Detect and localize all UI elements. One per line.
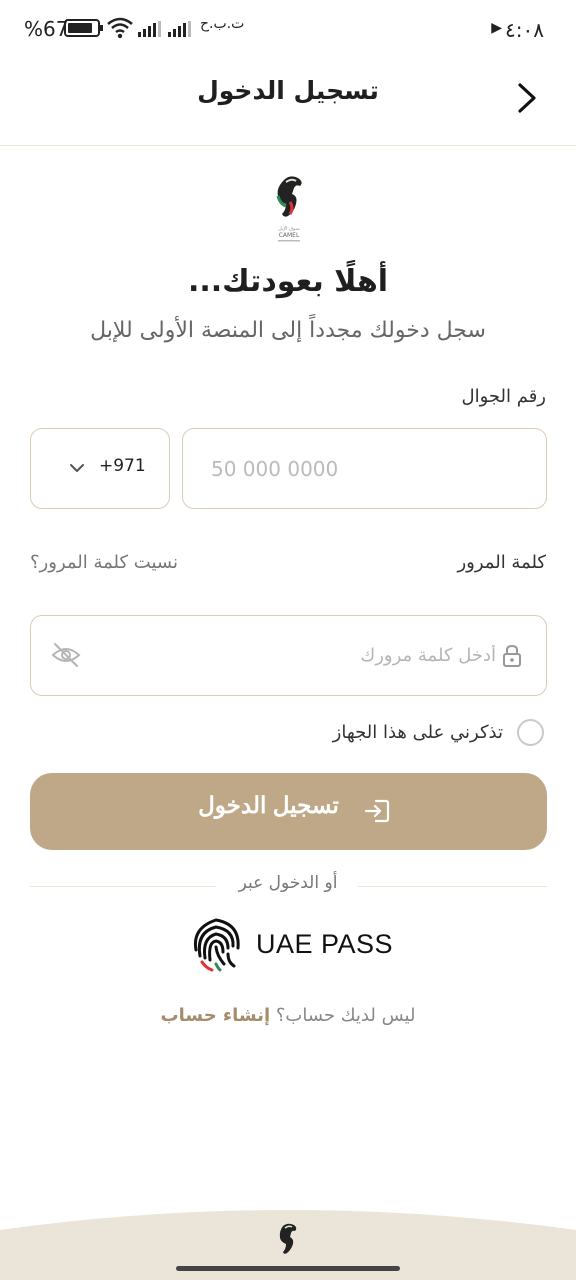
uae-pass-label: UAE PASS [256,929,394,959]
chevron-right-icon[interactable] [512,80,542,116]
app-header: تسجيل الدخول [0,58,576,146]
signal-icon [168,21,191,37]
welcome-subtitle: سجل دخولك مجدداً إلى المنصة الأولى للإبل [90,318,486,343]
country-code-value: +971 [99,456,146,476]
page-title: تسجيل الدخول [197,76,379,105]
wifi-icon [107,17,133,39]
carrier-label: ت.ب.ح [200,16,245,32]
password-field[interactable] [30,615,547,696]
password-label: كلمة المرور [457,552,546,573]
fingerprint-icon [193,918,240,972]
password-input[interactable] [101,616,496,694]
battery-percent: %67 [24,17,69,41]
chevron-down-icon [70,464,84,472]
phone-label: رقم الجوال [461,386,546,407]
login-button-label: تسجيل الدخول [198,792,339,818]
uae-pass-button[interactable]: UAE PASS [188,914,398,976]
forgot-password-link[interactable]: نسيت كلمة المرور؟ [30,552,178,573]
welcome-title: أهلًا بعودتك... [187,264,389,299]
lock-icon [503,644,521,667]
clock: ٤:٠٨ [505,18,544,42]
remember-me-checkbox[interactable]: تذكرني على هذا الجهاز [333,716,544,748]
alt-login-divider-text: أو الدخول عبر [238,873,338,893]
signup-question: ليس لديك حساب؟ [275,1005,416,1026]
signal-icon [138,21,161,37]
login-button[interactable]: تسجيل الدخول [30,773,547,850]
play-icon: ▶ [491,20,502,36]
battery-icon [64,19,103,37]
home-indicator[interactable] [176,1266,400,1271]
camel-logo-icon: سوق الإبل CAMEL [276,176,302,242]
remember-me-label: تذكرني على هذا الجهاز [332,721,503,743]
create-account-link[interactable]: إنشاء حساب [161,1005,271,1026]
signup-row: ليس لديك حساب؟ إنشاء حساب [0,1005,576,1026]
status-bar: %67 ت.ب.ح ▶ ٤:٠٨ [0,0,576,58]
country-code-select[interactable]: +971 [30,428,170,509]
logo-text: CAMEL [279,232,300,239]
camel-logo-icon [279,1223,297,1254]
radio-circle-icon[interactable] [517,718,544,746]
phone-input[interactable] [182,428,547,509]
eye-off-icon[interactable] [51,642,81,668]
login-icon [364,799,390,823]
